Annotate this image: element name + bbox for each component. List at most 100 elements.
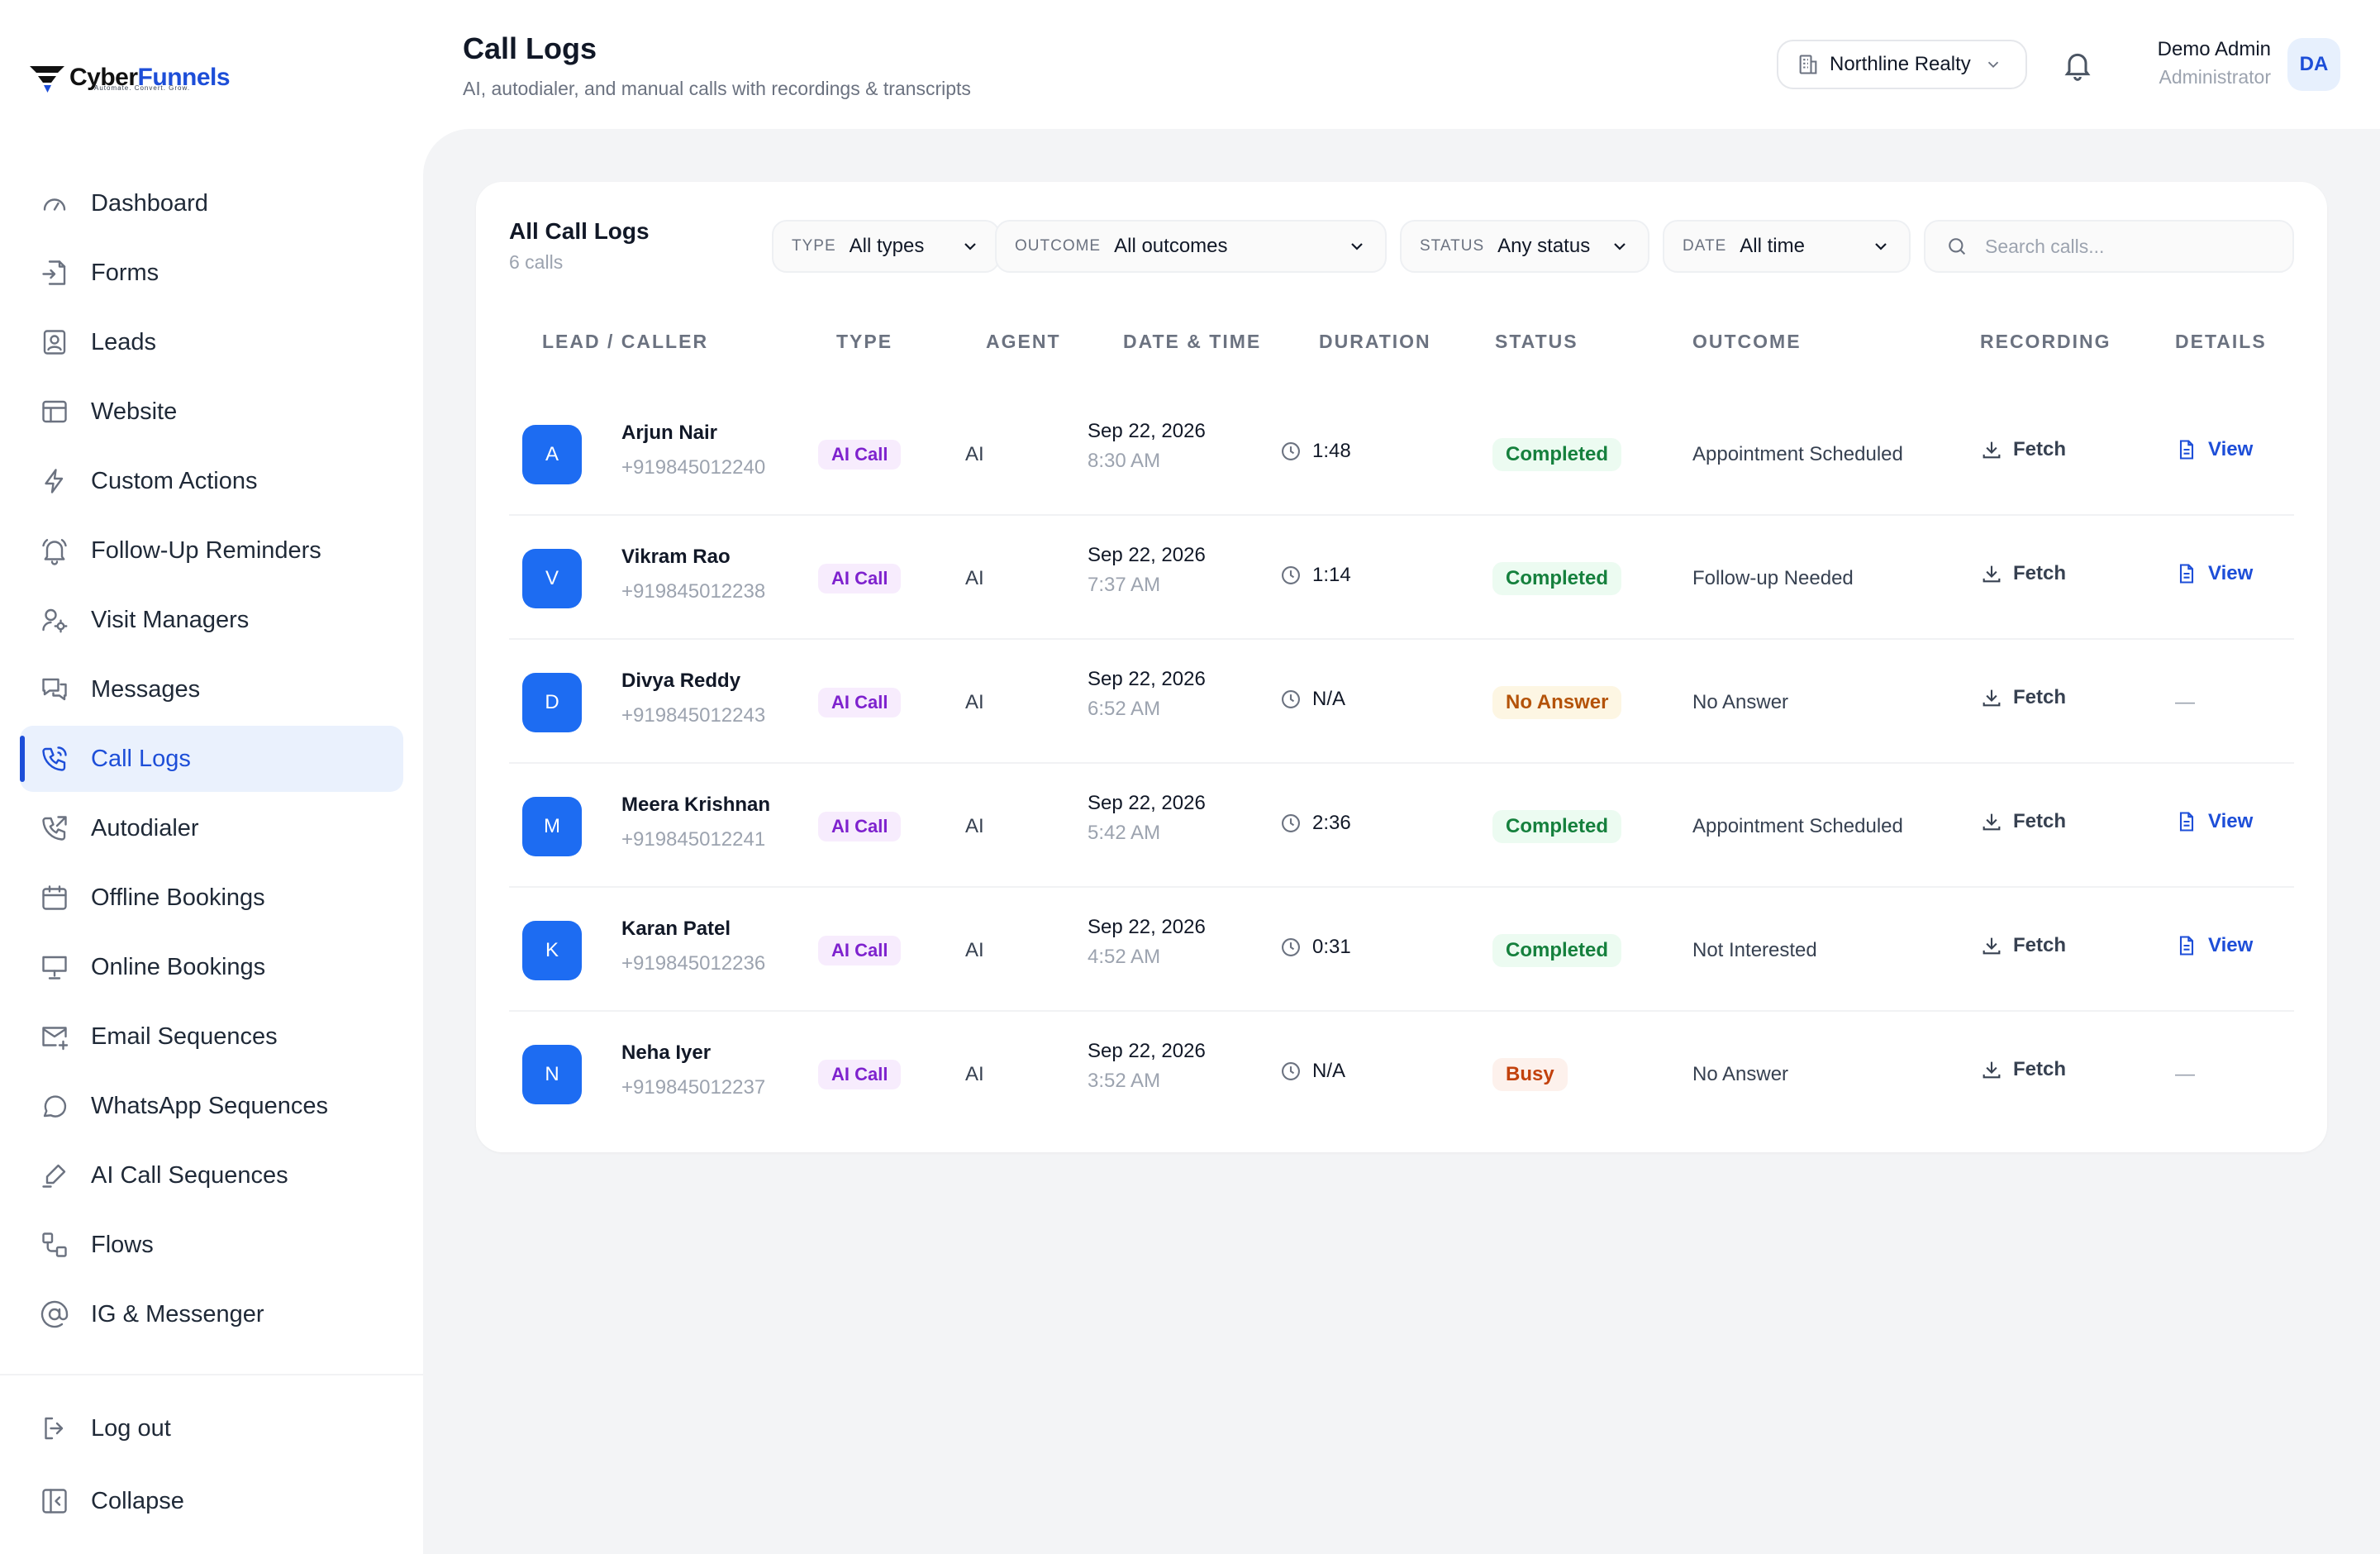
download-icon [1983, 689, 2001, 707]
sidebar-item-label: WhatsApp Sequences [91, 1092, 328, 1119]
table-row[interactable]: M Meera Krishnan +919845012241 AI Call AI Sep… [509, 764, 2294, 888]
sidebar-item-flows[interactable]: Flows [20, 1212, 403, 1278]
lead-phone: +919845012236 [621, 952, 766, 975]
view-label: View [2208, 562, 2254, 584]
sidebar-item-autodialer[interactable]: Autodialer [20, 795, 403, 861]
call-type-badge: AI Call [818, 440, 902, 470]
sidebar-item-log-out[interactable]: Log out [20, 1395, 403, 1461]
lead-name[interactable]: Arjun Nair [621, 422, 717, 445]
fetch-recording-button[interactable]: Fetch [1980, 686, 2066, 709]
chat-circle-icon [43, 1095, 67, 1118]
fetch-recording-button[interactable]: Fetch [1980, 438, 2066, 461]
column-header-status[interactable]: STATUS [1495, 331, 1578, 353]
sidebar-divider [0, 1374, 423, 1375]
duration-value: N/A [1312, 688, 1346, 710]
sidebar-item-follow-up-reminders[interactable]: Follow-Up Reminders [20, 517, 403, 584]
status-filter-value: Any status [1497, 235, 1591, 257]
lead-name[interactable]: Vikram Rao [621, 546, 731, 569]
column-header-type[interactable]: TYPE [836, 331, 892, 353]
no-details: — [2175, 691, 2195, 713]
clock-icon [1282, 814, 1300, 832]
organization-select[interactable]: Northline Realty [1777, 40, 2027, 89]
sidebar-item-label: Collapse [91, 1487, 184, 1514]
user-avatar[interactable]: DA [2287, 38, 2340, 91]
download-icon [1983, 813, 2001, 831]
column-header-outcome[interactable]: OUTCOME [1692, 331, 1802, 353]
sidebar-item-visit-managers[interactable]: Visit Managers [20, 587, 403, 653]
clock-icon [1282, 938, 1300, 956]
column-header-agent[interactable]: AGENT [986, 331, 1061, 353]
view-details-link[interactable]: View [2175, 438, 2253, 461]
download-icon [1983, 937, 2001, 955]
status-filter[interactable]: STATUS Any status [1400, 220, 1649, 273]
agent: AI [965, 815, 984, 837]
type-filter-label: TYPE [792, 237, 836, 255]
column-header-date-time[interactable]: DATE & TIME [1123, 331, 1261, 353]
column-header-recording[interactable]: RECORDING [1980, 331, 2111, 353]
notifications-bell-icon[interactable] [2061, 48, 2094, 81]
fetch-recording-button[interactable]: Fetch [1980, 810, 2066, 833]
card-title: All Call Logs [509, 218, 650, 244]
table-row[interactable]: A Arjun Nair +919845012240 AI Call AI Sep 22,… [509, 392, 2294, 516]
sidebar-item-whatsapp-sequences[interactable]: WhatsApp Sequences [20, 1073, 403, 1139]
view-details-link[interactable]: View [2175, 562, 2253, 585]
table-row[interactable]: N Neha Iyer +919845012237 AI Call AI Sep 22, … [509, 1012, 2294, 1136]
sidebar-item-label: Offline Bookings [91, 884, 265, 911]
type-filter[interactable]: TYPE All types [772, 220, 1000, 273]
sidebar-item-label: Email Sequences [91, 1022, 278, 1050]
duration-value: 1:14 [1312, 564, 1351, 586]
view-details-link[interactable]: View [2175, 934, 2253, 957]
search-box[interactable] [1924, 220, 2294, 273]
sidebar-item-ai-call-sequences[interactable]: AI Call Sequences [20, 1142, 403, 1208]
sidebar-item-website[interactable]: Website [20, 379, 403, 445]
sidebar-item-collapse[interactable]: Collapse [20, 1468, 403, 1534]
fetch-recording-button[interactable]: Fetch [1980, 934, 2066, 957]
sidebar-item-forms[interactable]: Forms [20, 240, 403, 306]
lead-avatar: D [522, 673, 582, 732]
lead-name[interactable]: Karan Patel [621, 918, 731, 941]
column-header-details[interactable]: DETAILS [2175, 331, 2267, 353]
download-icon [1983, 1061, 2001, 1079]
lead-phone: +919845012237 [621, 1076, 766, 1099]
call-date: Sep 22, 2026 [1088, 668, 1206, 690]
outcome-filter[interactable]: OUTCOME All outcomes [995, 220, 1387, 273]
page-subtitle: AI, autodialer, and manual calls with re… [463, 78, 971, 99]
table-row[interactable]: K Karan Patel +919845012236 AI Call AI Sep 22… [509, 888, 2294, 1012]
view-details-link[interactable]: View [2175, 810, 2253, 833]
sidebar-item-ig-and-messenger[interactable]: IG & Messenger [20, 1281, 403, 1347]
call-time: 8:30 AM [1088, 450, 1161, 472]
sidebar-item-messages[interactable]: Messages [20, 656, 403, 722]
lightning-icon [45, 469, 64, 493]
sidebar-item-email-sequences[interactable]: Email Sequences [20, 1003, 403, 1070]
duration-value: N/A [1312, 1060, 1346, 1082]
date-filter[interactable]: DATE All time [1663, 220, 1911, 273]
sidebar-item-label: Call Logs [91, 745, 191, 772]
view-label: View [2208, 438, 2254, 460]
sidebar-item-dashboard[interactable]: Dashboard [20, 170, 403, 236]
sidebar-item-custom-actions[interactable]: Custom Actions [20, 448, 403, 514]
column-header-lead[interactable]: LEAD / CALLER [542, 331, 708, 353]
chevron-down-icon [1875, 243, 1887, 250]
table-row[interactable]: D Divya Reddy +919845012243 AI Call AI Sep 22… [509, 640, 2294, 764]
sidebar-item-call-logs[interactable]: Call Logs [20, 726, 403, 792]
search-input[interactable] [1985, 235, 2282, 258]
call-type-badge: AI Call [818, 688, 902, 717]
fetch-label: Fetch [2013, 934, 2067, 956]
lead-name[interactable]: Meera Krishnan [621, 794, 770, 817]
call-type-badge: AI Call [818, 812, 902, 841]
lead-name[interactable]: Divya Reddy [621, 670, 740, 693]
fetch-recording-button[interactable]: Fetch [1980, 1058, 2066, 1081]
chevron-down-icon [1987, 61, 1998, 69]
brand-logo[interactable]: CyberFunnels Automate. Convert. Grow. [28, 53, 231, 102]
clock-icon [1282, 442, 1300, 460]
sidebar-item-online-bookings[interactable]: Online Bookings [20, 934, 403, 1000]
sidebar-item-leads[interactable]: Leads [20, 309, 403, 375]
table-row[interactable]: V Vikram Rao +919845012238 AI Call AI Sep 22,… [509, 516, 2294, 640]
sidebar-item-label: Online Bookings [91, 953, 266, 980]
sidebar-item-offline-bookings[interactable]: Offline Bookings [20, 865, 403, 931]
column-header-duration[interactable]: DURATION [1319, 331, 1431, 353]
fetch-recording-button[interactable]: Fetch [1980, 562, 2066, 585]
lead-name[interactable]: Neha Iyer [621, 1042, 711, 1065]
lead-avatar: A [522, 425, 582, 484]
calendar-icon [42, 885, 67, 910]
